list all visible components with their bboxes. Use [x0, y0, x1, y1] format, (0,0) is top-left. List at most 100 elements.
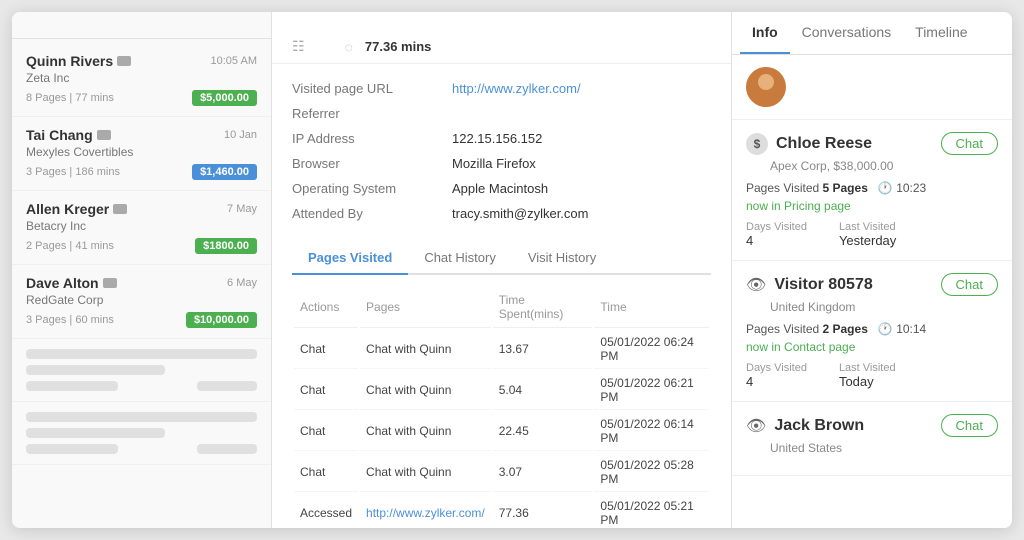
detail-stats-row: ☷ ◌ 77.36 mins [292, 38, 711, 55]
customer-item[interactable]: Allen Kreger 7 May Betacry Inc 2 Pages |… [12, 191, 271, 265]
visitor-header: 👁 Visitor 80578 Chat [746, 273, 998, 296]
customer-badge: $1800.00 [195, 238, 257, 254]
table-cell: Chat [294, 371, 358, 410]
table-col-header: Time Spent(mins) [493, 289, 593, 328]
customer-time: 6 May [227, 277, 257, 289]
customer-meta: 2 Pages | 41 mins $1800.00 [26, 238, 257, 254]
pages-visited-stat: ☷ [292, 38, 317, 55]
table-cell: 05/01/2022 05:21 PM [594, 494, 709, 528]
tab-pages-visited[interactable]: Pages Visited [292, 242, 408, 275]
tab-visit-history[interactable]: Visit History [512, 242, 612, 275]
last-visited-col: Last Visited Today [839, 362, 896, 389]
customer-name-text: Dave Alton [26, 275, 99, 291]
table-cell: Chat [294, 453, 358, 492]
info-label: Operating System [292, 181, 452, 196]
tab-chat-history[interactable]: Chat History [408, 242, 512, 275]
visitor-list: $ Chloe Reese Chat Apex Corp, $38,000.00… [732, 120, 1012, 476]
visitor-stats: Pages Visited 2 Pages 🕐 10:14 [746, 322, 998, 336]
skeleton-row [26, 381, 257, 391]
skeleton-line [26, 428, 165, 438]
detail-panel: ☷ ◌ 77.36 mins Visited page URL http://w… [272, 12, 732, 528]
main-container: Quinn Rivers 10:05 AM Zeta Inc 8 Pages |… [12, 12, 1012, 528]
info-value: 122.15.156.152 [452, 131, 542, 146]
table-cell: Accessed [294, 494, 358, 528]
skeleton-line [26, 381, 118, 391]
days-visited-label: Days Visited [746, 362, 807, 374]
skeleton-item [12, 402, 271, 465]
skeleton-line [26, 349, 257, 359]
table-cell: 13.67 [493, 330, 593, 369]
customer-list: Quinn Rivers 10:05 AM Zeta Inc 8 Pages |… [12, 39, 271, 528]
right-panel: InfoConversationsTimeline [732, 12, 1012, 528]
customers-panel: Quinn Rivers 10:05 AM Zeta Inc 8 Pages |… [12, 12, 272, 528]
info-label: Visited page URL [292, 81, 452, 96]
visitor-name: Jack Brown [774, 417, 864, 435]
visitor-card: 👁 Visitor 80578 Chat United Kingdom Page… [732, 261, 1012, 402]
customer-item[interactable]: Quinn Rivers 10:05 AM Zeta Inc 8 Pages |… [12, 43, 271, 117]
info-value[interactable]: http://www.zylker.com/ [452, 81, 581, 96]
info-row: Operating System Apple Macintosh [292, 176, 711, 201]
table-cell: Chat [294, 412, 358, 451]
right-tab-timeline[interactable]: Timeline [903, 12, 979, 54]
visitor-footer: Days Visited 4 Last Visited Today [746, 362, 998, 389]
visitor-name-row: $ Chloe Reese [746, 133, 872, 155]
visitor-company: Apex Corp, $38,000.00 [746, 159, 998, 173]
info-value: tracy.smith@zylker.com [452, 206, 588, 221]
customer-verified-icon [103, 278, 117, 288]
table-row: ChatChat with Quinn22.4505/01/2022 06:14… [294, 412, 709, 451]
customer-company: Zeta Inc [26, 71, 257, 85]
skeleton-line [197, 444, 257, 454]
customer-badge: $5,000.00 [192, 90, 257, 106]
visitor-card: 👁 Jack Brown Chat United States [732, 402, 1012, 476]
table-cell: Chat with Quinn [360, 371, 491, 410]
visitor-name: Chloe Reese [776, 135, 872, 153]
days-visited-value: 4 [746, 374, 807, 389]
visitor-type-icon: $ [746, 133, 768, 155]
table-row: ChatChat with Quinn5.0405/01/2022 06:21 … [294, 371, 709, 410]
info-row: Attended By tracy.smith@zylker.com [292, 201, 711, 226]
right-tab-info[interactable]: Info [740, 12, 790, 54]
last-visited-value: Yesterday [839, 233, 896, 248]
customer-item[interactable]: Tai Chang 10 Jan Mexyles Covertibles 3 P… [12, 117, 271, 191]
customer-stats: 3 Pages | 60 mins [26, 314, 114, 326]
table-cell: Chat with Quinn [360, 412, 491, 451]
right-content: $ Chloe Reese Chat Apex Corp, $38,000.00… [732, 55, 1012, 528]
time-value: 77.36 mins [365, 39, 432, 54]
visitor-header: $ Chloe Reese Chat [746, 132, 998, 155]
table-cell: 05/01/2022 05:28 PM [594, 453, 709, 492]
visitor-name-row: 👁 Visitor 80578 [746, 275, 873, 295]
tabs-row: Pages VisitedChat HistoryVisit History [292, 242, 711, 275]
customer-company: RedGate Corp [26, 293, 257, 307]
last-visited-label: Last Visited [839, 362, 896, 374]
visited-table-body: ChatChat with Quinn13.6705/01/2022 06:24… [294, 330, 709, 528]
info-value: Mozilla Firefox [452, 156, 536, 171]
customer-name-text: Allen Kreger [26, 201, 109, 217]
table-cell: 22.45 [493, 412, 593, 451]
visitor-company: United States [746, 441, 998, 455]
customer-stats: 8 Pages | 77 mins [26, 92, 114, 104]
info-label: Attended By [292, 206, 452, 221]
table-cell: http://www.zylker.com/ [360, 494, 491, 528]
right-tab-conversations[interactable]: Conversations [790, 12, 904, 54]
days-visited-col: Days Visited 4 [746, 362, 807, 389]
customer-stats: 3 Pages | 186 mins [26, 166, 120, 178]
customer-verified-icon [113, 204, 127, 214]
chat-button[interactable]: Chat [941, 132, 998, 155]
info-row: IP Address 122.15.156.152 [292, 126, 711, 151]
visited-table-head: ActionsPagesTime Spent(mins)Time [294, 289, 709, 328]
customer-item[interactable]: Dave Alton 6 May RedGate Corp 3 Pages | … [12, 265, 271, 339]
visitor-name-row: 👁 Jack Brown [746, 416, 864, 436]
customers-header [12, 12, 271, 39]
skeleton-line [197, 381, 257, 391]
info-table: Visited page URL http://www.zylker.com/ … [292, 76, 711, 226]
pages-icon: ☷ [292, 38, 305, 55]
table-cell: 77.36 [493, 494, 593, 528]
customer-verified-icon [117, 56, 131, 66]
chat-button[interactable]: Chat [941, 273, 998, 296]
visitor-footer: Days Visited 4 Last Visited Yesterday [746, 221, 998, 248]
chat-button[interactable]: Chat [941, 414, 998, 437]
info-row: Browser Mozilla Firefox [292, 151, 711, 176]
customer-meta: 3 Pages | 186 mins $1,460.00 [26, 164, 257, 180]
customer-verified-icon [97, 130, 111, 140]
table-cell: 05/01/2022 06:24 PM [594, 330, 709, 369]
